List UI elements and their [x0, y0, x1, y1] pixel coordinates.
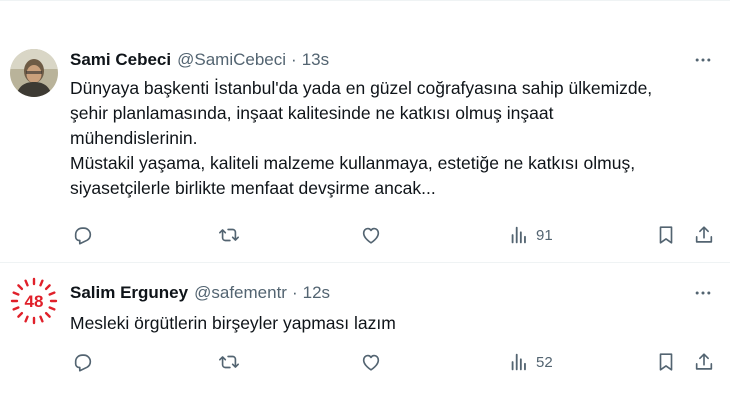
tweet-actions: 91 [70, 222, 720, 248]
reply-icon [74, 227, 92, 245]
reply-icon [74, 354, 92, 372]
tweet-text-line: Mesleki örgütlerin birşeyler yapması laz… [70, 313, 396, 333]
bookmark-button[interactable] [655, 349, 677, 375]
author-name[interactable]: Sami Cebeci [70, 50, 171, 70]
tweet-text-line: siyasetçilerle birlikte menfaat devşirme… [70, 178, 436, 198]
more-icon [695, 291, 711, 295]
tweet-header: Sami Cebeci @SamiCebeci · 13s [70, 49, 329, 71]
timestamp[interactable]: 12s [303, 283, 330, 303]
person-photo-avatar [10, 49, 58, 97]
retweet-button[interactable] [218, 222, 240, 248]
retweet-button[interactable] [218, 349, 240, 375]
retweet-icon [219, 355, 239, 369]
48-logo-avatar: 48 [10, 277, 58, 325]
avatar[interactable] [10, 49, 58, 97]
tweet-text: Dünyaya başkenti İstanbul'da yada en güz… [70, 76, 720, 201]
logo-text: 48 [25, 292, 44, 311]
timestamp[interactable]: 13s [302, 50, 329, 70]
more-button[interactable] [690, 49, 716, 71]
like-button[interactable] [360, 222, 382, 248]
views-count: 52 [536, 353, 553, 371]
views-icon [511, 353, 526, 371]
author-handle[interactable]: @SamiCebeci [177, 50, 286, 70]
bookmark-button[interactable] [655, 222, 677, 248]
like-button[interactable] [360, 349, 382, 375]
more-icon [695, 58, 711, 62]
author-name[interactable]: Salim Erguney [70, 283, 188, 303]
tweet-header: Salim Erguney @safementr · 12s [70, 282, 330, 304]
author-handle[interactable]: @safementr [194, 283, 287, 303]
tweet-text-line: Dünyaya başkenti İstanbul'da yada en güz… [70, 78, 653, 98]
views-count: 91 [536, 226, 553, 244]
separator-dot: · [291, 283, 298, 302]
avatar[interactable]: 48 [10, 277, 58, 325]
share-button[interactable] [693, 222, 715, 248]
more-button[interactable] [690, 282, 716, 304]
like-icon [362, 227, 380, 244]
share-icon [695, 353, 713, 370]
share-icon [695, 226, 713, 243]
bookmark-icon [659, 353, 673, 371]
bookmark-icon [659, 226, 673, 244]
reply-button[interactable] [72, 222, 94, 248]
separator-dot: · [291, 50, 297, 69]
tweet[interactable]: 48 Salim Erguney @safementr · 12s Meslek… [0, 263, 730, 420]
views-button[interactable]: 52 [508, 349, 553, 375]
like-icon [362, 354, 380, 371]
tweet-text-line: Müstakil yaşama, kaliteli malzeme kullan… [70, 153, 636, 173]
tweet-text-line: şehir planlamasında, inşaat kalitesinde … [70, 103, 554, 123]
retweet-icon [219, 228, 239, 242]
tweet-text: Mesleki örgütlerin birşeyler yapması laz… [70, 311, 720, 336]
tweet[interactable]: Sami Cebeci @SamiCebeci · 13s Dünyaya ba… [0, 0, 730, 263]
share-button[interactable] [693, 349, 715, 375]
reply-button[interactable] [72, 349, 94, 375]
tweet-text-line: mühendislerinin. [70, 128, 198, 148]
views-icon [511, 226, 526, 244]
tweet-actions: 52 [70, 349, 720, 375]
views-button[interactable]: 91 [508, 222, 553, 248]
